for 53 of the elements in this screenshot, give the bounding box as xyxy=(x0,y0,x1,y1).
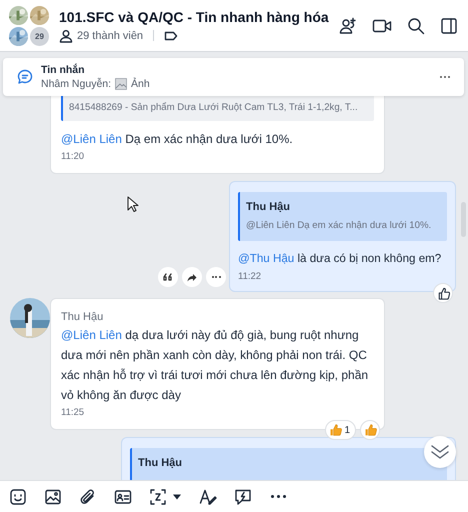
quote-text: @Liên Liên Dạ em xác nhận dưa lưới 10%. xyxy=(246,219,432,232)
share-button[interactable] xyxy=(182,267,202,287)
add-member-icon[interactable] xyxy=(339,16,357,34)
message-time: 11:20 xyxy=(61,151,86,163)
quote-button[interactable] xyxy=(158,267,178,287)
search-icon[interactable] xyxy=(407,16,425,34)
quote-icon xyxy=(163,273,173,281)
text-format-icon[interactable] xyxy=(199,488,217,506)
member-count-badge: 29 xyxy=(30,26,49,46)
sidebar-toggle-icon[interactable] xyxy=(440,16,458,34)
mouse-cursor-icon xyxy=(127,196,139,213)
person-icon xyxy=(59,28,73,42)
chat-title: 101.SFC và QA/QC - Tin nhanh hàng hóa xyxy=(59,8,330,24)
tag-icon[interactable] xyxy=(164,30,178,42)
quoted-message[interactable]: 8415488269 - Sản phẩm Dưa Lưới Ruột Cam TL3, Trái 1-1,2kg, T... xyxy=(61,94,374,121)
quick-message-icon[interactable] xyxy=(234,488,252,506)
message-time: 11:25 xyxy=(61,407,86,419)
quoted-message[interactable]: Thu Hậu @Liên Liên Dạ em xác nhận dưa lưới 10%. xyxy=(238,192,447,241)
screenshot-icon xyxy=(149,488,167,506)
quoted-message[interactable]: Thu Hậu xyxy=(130,448,447,480)
thumbs-up-icon xyxy=(436,286,450,300)
screenshot-button[interactable] xyxy=(149,488,182,506)
message-text: @Thu Hậu là dưa có bị non không em? xyxy=(238,251,442,267)
pinned-message-card[interactable]: Tin nhắn Nhâm Nguyễn: Ảnh xyxy=(3,58,464,96)
like-button[interactable] xyxy=(433,283,453,303)
mention-link[interactable]: @Thu Hậu xyxy=(238,252,294,265)
pinned-title: Tin nhắn xyxy=(41,64,86,76)
sticker-icon[interactable] xyxy=(9,488,27,506)
mention-link[interactable]: @Liên Liên xyxy=(61,132,122,146)
message-text: @Liên Liên dạ dưa lưới này đủ độ già, bung ruột nhưng dưa mới nên phần xanh còn dày, không phải non trái. QC xác nhận hỗ trợ vì trái tươi mới chưa lên đường kịp, phần vỏ không ăn được dày xyxy=(61,327,370,404)
image-icon[interactable] xyxy=(44,488,62,506)
reaction-count[interactable]: 1 xyxy=(325,420,356,440)
pinned-sender: Nhâm Nguyễn: xyxy=(41,78,112,90)
quote-text: 8415488269 - Sản phẩm Dưa Lưới Ruột Cam TL3, Trái 1-1,2kg, T... xyxy=(69,101,359,114)
quote-author: Thu Hậu xyxy=(138,457,183,469)
message-text: @Liên Liên Dạ em xác nhận dưa lưới 10%. xyxy=(61,131,294,148)
more-button[interactable] xyxy=(206,267,226,287)
message-time: 11:22 xyxy=(238,271,262,283)
double-chevron-down-icon xyxy=(430,444,450,460)
video-call-icon[interactable] xyxy=(372,18,392,34)
image-icon xyxy=(115,78,128,90)
paperclip-icon[interactable] xyxy=(79,488,97,506)
thumbs-up-icon xyxy=(364,423,376,437)
quote-author: Thu Hậu xyxy=(246,201,291,213)
chat-bubble-icon xyxy=(17,69,33,85)
mention-link[interactable]: @Liên Liên xyxy=(61,328,122,342)
thumbs-up-icon xyxy=(329,423,342,437)
caret-icon xyxy=(172,494,182,500)
sender-name: Thu Hậu xyxy=(61,311,104,323)
contact-card-icon[interactable] xyxy=(114,488,132,506)
member-count[interactable]: 29 thành viên xyxy=(77,30,144,42)
pinned-attachment: Ảnh xyxy=(131,78,150,90)
share-arrow-icon xyxy=(187,272,197,282)
